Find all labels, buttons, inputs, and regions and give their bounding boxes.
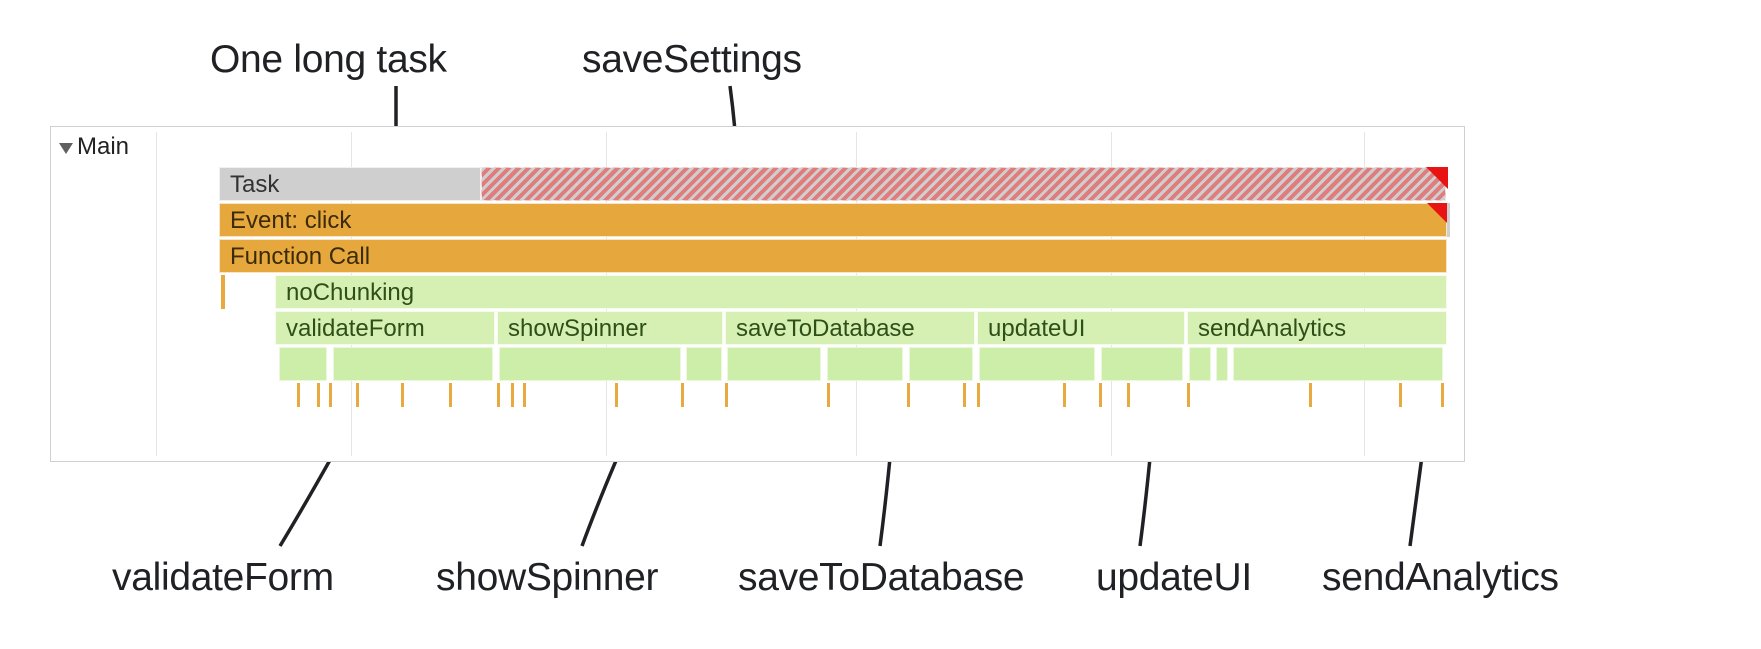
bar-sub[interactable] [1216, 347, 1228, 381]
bar-amber-stub [221, 275, 225, 309]
bar-sub[interactable] [827, 347, 903, 381]
tick [1127, 383, 1130, 407]
annotation-save-to-database: saveToDatabase [738, 556, 1024, 600]
tick [449, 383, 452, 407]
tick [1187, 383, 1190, 407]
tick [615, 383, 618, 407]
bar-task-long-hatch[interactable] [481, 167, 1446, 201]
bar-function-call[interactable]: Function Call [219, 239, 1447, 273]
tick [681, 383, 684, 407]
tick [401, 383, 404, 407]
bar-sub[interactable] [686, 347, 722, 381]
bar-sub[interactable] [909, 347, 973, 381]
annotation-send-analytics: sendAnalytics [1322, 556, 1559, 600]
annotation-save-settings: saveSettings [582, 38, 802, 82]
bar-update-ui[interactable]: updateUI [977, 311, 1185, 345]
flame-chart-panel[interactable]: Main Task Event: click Function Call noC… [50, 126, 1465, 462]
bar-sub[interactable] [1189, 347, 1211, 381]
bar-save-to-database[interactable]: saveToDatabase [725, 311, 975, 345]
tick [1099, 383, 1102, 407]
bar-sub[interactable] [333, 347, 493, 381]
annotation-long-task: One long task [210, 38, 447, 82]
track-header-main[interactable]: Main [51, 133, 129, 161]
bar-validate-form[interactable]: validateForm [275, 311, 495, 345]
tick [497, 383, 500, 407]
tick [977, 383, 980, 407]
bar-sub[interactable] [499, 347, 681, 381]
tick [1399, 383, 1402, 407]
tick [523, 383, 526, 407]
tick [1063, 383, 1066, 407]
tick [1309, 383, 1312, 407]
bar-sub[interactable] [279, 347, 327, 381]
tick [725, 383, 728, 407]
tick [963, 383, 966, 407]
bar-send-analytics[interactable]: sendAnalytics [1187, 311, 1447, 345]
bar-sub[interactable] [1101, 347, 1183, 381]
long-task-indicator-icon [1426, 167, 1448, 189]
tick [827, 383, 830, 407]
bar-sub[interactable] [727, 347, 821, 381]
annotation-show-spinner: showSpinner [436, 556, 658, 600]
bar-sub[interactable] [979, 347, 1095, 381]
tick [329, 383, 332, 407]
bar-stub-grey [1447, 203, 1450, 237]
tick [297, 383, 300, 407]
tick [1441, 383, 1444, 407]
tick [356, 383, 359, 407]
bar-event-click[interactable]: Event: click [219, 203, 1447, 237]
tick [511, 383, 514, 407]
annotation-validate-form: validateForm [112, 556, 334, 600]
bar-sub[interactable] [1233, 347, 1443, 381]
annotation-update-ui: updateUI [1096, 556, 1252, 600]
track-label: Main [77, 133, 129, 161]
event-warning-icon [1427, 203, 1449, 225]
bar-show-spinner[interactable]: showSpinner [497, 311, 723, 345]
bar-task[interactable]: Task [219, 167, 481, 201]
bar-nochunking[interactable]: noChunking [275, 275, 1447, 309]
tick [317, 383, 320, 407]
collapse-icon[interactable] [59, 143, 73, 154]
tick [907, 383, 910, 407]
